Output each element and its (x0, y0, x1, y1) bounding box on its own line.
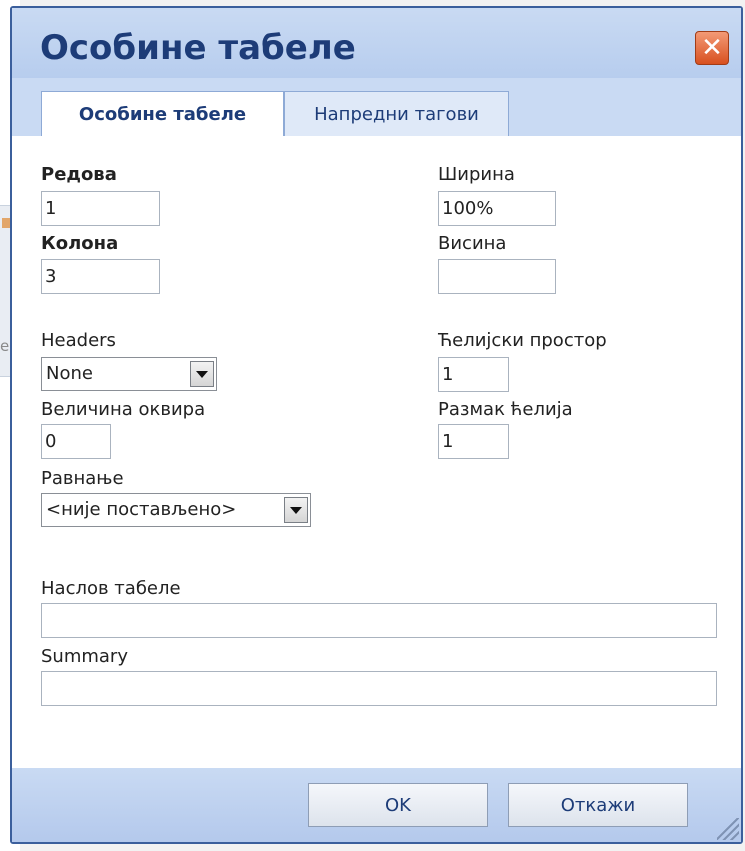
tab-bar: Особине табеле Напредни тагови (12, 78, 741, 137)
dialog-footer: OK Откажи (12, 768, 741, 842)
chevron-down-icon (290, 506, 302, 514)
cell-spacing-label: Ћелијски простор (438, 330, 607, 351)
resize-grip-icon[interactable] (717, 818, 739, 840)
cell-padding-label: Размак ћелија (438, 399, 573, 420)
height-input[interactable] (438, 259, 556, 294)
close-button[interactable]: ✕ (695, 31, 729, 65)
border-size-input[interactable]: 0 (41, 424, 111, 459)
summary-input[interactable] (41, 671, 717, 706)
cancel-button[interactable]: Откажи (508, 783, 688, 827)
dialog-title: Особине табеле (40, 28, 356, 68)
border-size-label: Величина оквира (41, 399, 206, 420)
ok-button[interactable]: OK (308, 783, 488, 827)
caption-input[interactable] (41, 603, 717, 638)
alignment-select[interactable]: <није постављено> (41, 493, 311, 527)
headers-select[interactable]: None (41, 357, 217, 391)
columns-input[interactable]: 3 (41, 259, 160, 294)
tab-table-properties[interactable]: Особине табеле (41, 91, 284, 137)
caption-label: Наслов табеле (41, 578, 181, 599)
width-input[interactable]: 100% (438, 191, 556, 226)
cell-padding-input[interactable]: 1 (438, 424, 509, 459)
headers-dropdown-button[interactable] (190, 361, 214, 387)
columns-label: Колона (41, 233, 119, 254)
rows-label: Редова (41, 164, 117, 185)
width-label: Ширина (438, 164, 515, 185)
alignment-label: Равнање (41, 468, 124, 489)
cell-spacing-input[interactable]: 1 (438, 357, 509, 392)
dialog-content: Редова 1 Колона 3 Headers None Величина … (12, 136, 741, 768)
alignment-select-value: <није постављено> (46, 499, 237, 520)
headers-label: Headers (41, 330, 116, 351)
table-properties-dialog: Особине табеле ✕ Особине табеле Напредни… (10, 6, 743, 844)
dialog-title-bar[interactable]: Особине табеле ✕ (12, 8, 741, 78)
close-icon: ✕ (701, 33, 723, 63)
chevron-down-icon (196, 370, 208, 378)
rows-input[interactable]: 1 (41, 191, 160, 226)
summary-label: Summary (41, 646, 128, 667)
tab-advanced-tags[interactable]: Напредни тагови (284, 91, 509, 136)
alignment-dropdown-button[interactable] (284, 497, 308, 523)
headers-select-value: None (46, 363, 93, 384)
height-label: Висина (438, 233, 507, 254)
